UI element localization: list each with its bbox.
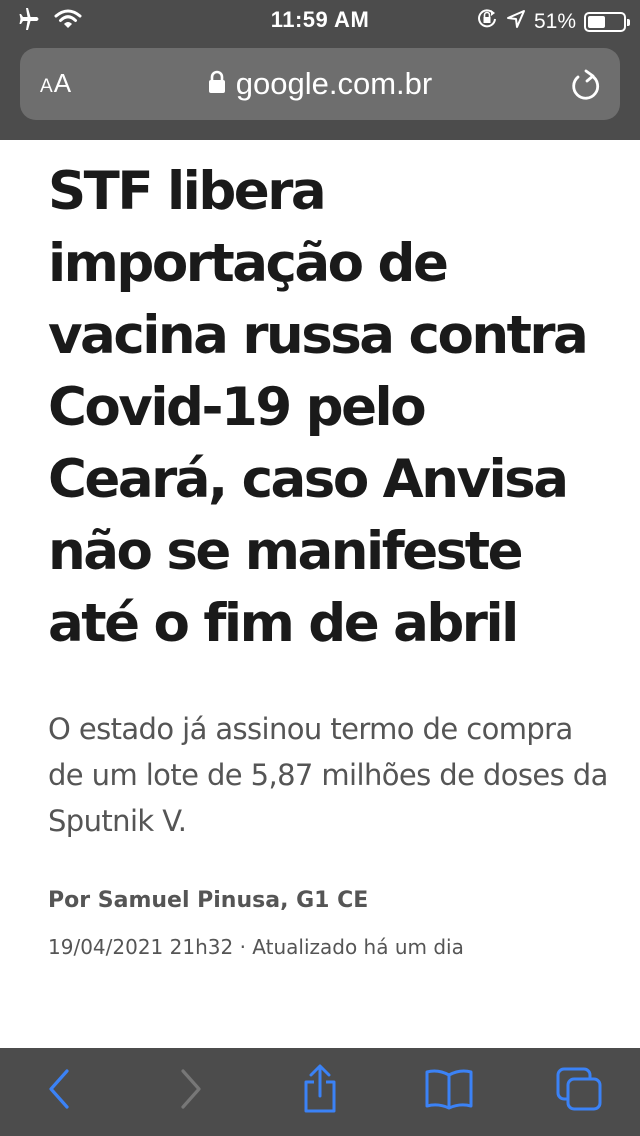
tabs-icon	[555, 1066, 603, 1117]
bookmarks-icon	[424, 1068, 474, 1115]
url-display[interactable]: google.com.br	[20, 66, 620, 102]
battery-icon	[584, 12, 630, 32]
bookmarks-button[interactable]	[424, 1066, 474, 1116]
reload-icon	[570, 69, 602, 106]
forward-button[interactable]	[166, 1066, 216, 1116]
share-button[interactable]	[295, 1064, 345, 1119]
article-headline: STF libera importação de vacina russa co…	[48, 161, 589, 654]
reload-button[interactable]	[570, 68, 602, 107]
share-icon	[300, 1064, 340, 1119]
browser-chrome-top: 11:59 AM 51% AA google.com.br	[0, 0, 640, 140]
orientation-lock-icon	[476, 8, 498, 36]
article-dateline: 19/04/2021 21h32 · Atualizado há um dia	[48, 935, 464, 959]
article-summary: O estado já assinou termo de compra de u…	[48, 712, 608, 838]
battery-percent: 51%	[533, 10, 576, 33]
tabs-button[interactable]	[554, 1066, 604, 1116]
lock-icon	[208, 70, 226, 99]
battery-level	[588, 16, 606, 28]
article: STF libera importação de vacina russa co…	[48, 156, 608, 959]
forward-icon	[179, 1068, 203, 1114]
browser-toolbar	[0, 1048, 640, 1136]
address-bar[interactable]: AA google.com.br	[20, 48, 620, 120]
article-byline: Por Samuel Pinusa, G1 CE	[48, 888, 369, 913]
location-icon	[506, 9, 526, 35]
back-icon	[47, 1068, 71, 1114]
status-bar: 11:59 AM 51%	[0, 0, 640, 42]
url-text: google.com.br	[235, 66, 433, 101]
back-button[interactable]	[34, 1066, 84, 1116]
status-right: 51%	[476, 8, 630, 36]
